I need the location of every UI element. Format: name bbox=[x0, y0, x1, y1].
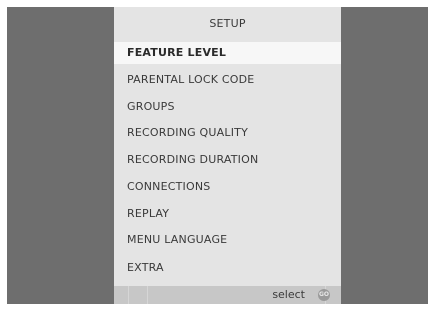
footer-divider bbox=[128, 286, 129, 304]
footer-divider bbox=[147, 286, 148, 304]
menu-item-groups[interactable]: GROUPS bbox=[114, 96, 341, 118]
menu-item-feature-level[interactable]: FEATURE LEVEL bbox=[114, 42, 341, 64]
go-button-icon: GO bbox=[318, 289, 330, 301]
menu-item-extra[interactable]: EXTRA bbox=[114, 257, 341, 279]
menu-item-parental-lock-code[interactable]: PARENTAL LOCK CODE bbox=[114, 69, 341, 91]
menu-item-menu-language[interactable]: MENU LANGUAGE bbox=[114, 229, 341, 251]
setup-menu-panel: SETUP FEATURE LEVEL PARENTAL LOCK CODE G… bbox=[114, 7, 341, 304]
menu-item-recording-quality[interactable]: RECORDING QUALITY bbox=[114, 122, 341, 144]
select-hint-label: select bbox=[272, 288, 305, 301]
footer-bar: select GO bbox=[114, 286, 341, 304]
menu-item-recording-duration[interactable]: RECORDING DURATION bbox=[114, 149, 341, 171]
menu-title: SETUP bbox=[209, 17, 246, 30]
menu-item-connections[interactable]: CONNECTIONS bbox=[114, 176, 341, 198]
menu-item-replay[interactable]: REPLAY bbox=[114, 203, 341, 225]
